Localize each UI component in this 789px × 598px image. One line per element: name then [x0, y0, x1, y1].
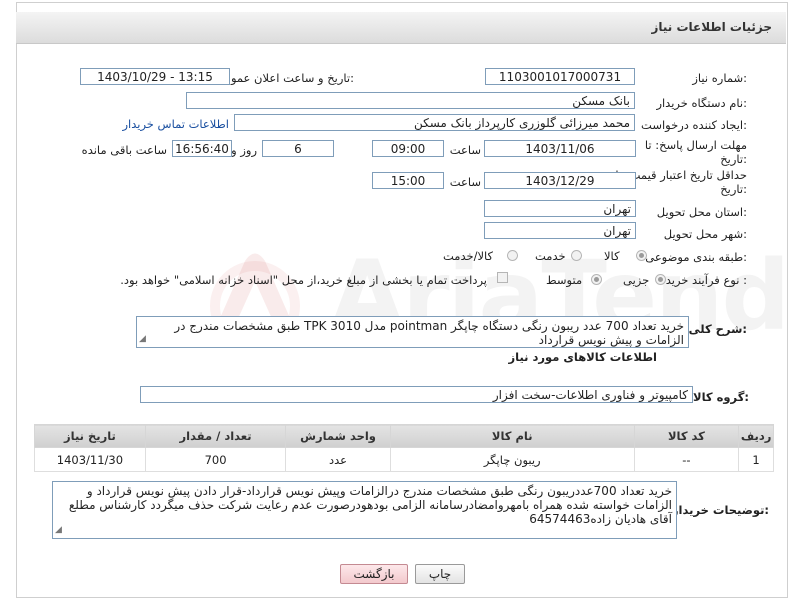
city-field[interactable]: تهران: [484, 222, 636, 239]
table-header-row: ردیف کد کالا نام کالا واحد شمارش تعداد /…: [34, 424, 774, 448]
requester-label: ایجاد کننده درخواست:: [641, 118, 747, 132]
page-title: جزئیات اطلاعات نیاز: [651, 20, 772, 34]
buyer-contact-link[interactable]: اطلاعات تماس خریدار: [122, 117, 229, 131]
buyer-org-field[interactable]: بانک مسکن: [186, 92, 635, 109]
goods-table: ردیف کد کالا نام کالا واحد شمارش تعداد /…: [34, 424, 774, 472]
buyer-notes-label: توضیحات خریدار:: [671, 503, 769, 517]
category-radio-service[interactable]: [571, 250, 582, 261]
cell-item-name: ریبون چاپگر: [389, 447, 635, 472]
print-button[interactable]: چاپ: [415, 564, 465, 584]
price-validity-time-field[interactable]: 15:00: [372, 172, 444, 189]
treasury-payment-checkbox[interactable]: [497, 272, 508, 283]
table-row[interactable]: 1 -- ریبون چاپگر عدد 700 1403/11/30: [34, 447, 774, 472]
col-item-name: نام کالا: [389, 424, 635, 448]
category-radio-goods-service[interactable]: [507, 250, 518, 261]
need-number-label: شماره نیاز:: [692, 71, 747, 85]
buyer-notes-textarea[interactable]: خرید تعداد 700عددریبون رنگی طبق مشخصات م…: [52, 481, 677, 539]
goods-group-field[interactable]: کامپیوتر و فناوری اطلاعات-سخت افزار: [140, 386, 693, 403]
buyer-org-label: نام دستگاه خریدار:: [656, 96, 747, 110]
cell-row-number: 1: [738, 447, 774, 472]
category-option-goods-service: کالا/خدمت: [443, 249, 494, 263]
province-field[interactable]: تهران: [484, 200, 636, 217]
announce-datetime-field[interactable]: 1403/10/29 - 13:15: [80, 68, 230, 85]
province-label: استان محل تحویل:: [656, 205, 747, 219]
remaining-time-field[interactable]: 16:56:40: [172, 140, 232, 157]
cell-need-date: 1403/11/30: [34, 447, 146, 472]
price-validity-label-date: تاریخ:: [720, 182, 747, 196]
reply-days-field[interactable]: 6: [262, 140, 334, 157]
cell-item-code: --: [633, 447, 740, 472]
city-label: شهر محل تحویل:: [663, 227, 747, 241]
remaining-time-label: ساعت باقی مانده: [81, 143, 167, 157]
process-radio-medium[interactable]: [591, 274, 602, 285]
purchase-process-label: نوع فرآیند خرید :: [665, 273, 747, 287]
category-radio-goods[interactable]: [636, 250, 647, 261]
reply-deadline-label-date: تاریخ:: [720, 152, 747, 166]
announce-datetime-label: تاریخ و ساعت اعلان عمومی:: [215, 71, 354, 85]
category-option-goods: کالا: [604, 249, 620, 263]
process-option-medium: متوسط: [546, 273, 583, 287]
col-row-number: ردیف: [738, 424, 774, 448]
reply-deadline-date-field[interactable]: 1403/11/06: [484, 140, 636, 157]
price-validity-date-field[interactable]: 1403/12/29: [484, 172, 636, 189]
general-description-textarea[interactable]: خرید تعداد 700 عدد ریبون رنگی دستگاه چاپ…: [136, 316, 689, 348]
reply-deadline-label: مهلت ارسال پاسخ: تا: [644, 138, 747, 152]
back-button[interactable]: بازگشت: [340, 564, 408, 584]
cell-quantity: 700: [144, 447, 287, 472]
need-number-field[interactable]: 1103001017000731: [485, 68, 635, 85]
treasury-payment-note: پرداخت تمام یا بخشی از مبلغ خرید،از محل …: [120, 273, 487, 287]
reply-deadline-time-label: ساعت: [449, 143, 481, 157]
col-unit: واحد شمارش: [285, 424, 391, 448]
resize-handle-icon[interactable]: ◢: [139, 332, 146, 346]
reply-deadline-time-field[interactable]: 09:00: [372, 140, 444, 157]
reply-days-label: روز و: [231, 143, 257, 157]
price-validity-time-label: ساعت: [449, 175, 481, 189]
resize-handle-icon[interactable]: ◢: [55, 523, 62, 537]
goods-group-label: گروه کالا:: [693, 390, 749, 404]
col-need-date: تاریخ نیاز: [34, 424, 146, 448]
cell-unit: عدد: [285, 447, 391, 472]
process-radio-minor[interactable]: [655, 274, 666, 285]
general-description-text: خرید تعداد 700 عدد ریبون رنگی دستگاه چاپ…: [174, 319, 684, 347]
goods-section-title: اطلاعات کالاهای مورد نیاز: [508, 350, 657, 364]
col-item-code: کد کالا: [633, 424, 740, 448]
col-quantity: تعداد / مقدار: [144, 424, 287, 448]
category-label: طبقه بندی موضوعی:: [645, 250, 747, 264]
process-option-minor: جزیی: [623, 273, 650, 287]
category-option-service: خدمت: [535, 249, 566, 263]
panel-header: جزئیات اطلاعات نیاز: [16, 12, 786, 44]
requester-field[interactable]: محمد میرزائی گلوزری کارپرداز بانک مسکن: [234, 114, 635, 131]
buyer-notes-text: خرید تعداد 700عددریبون رنگی طبق مشخصات م…: [68, 484, 672, 526]
